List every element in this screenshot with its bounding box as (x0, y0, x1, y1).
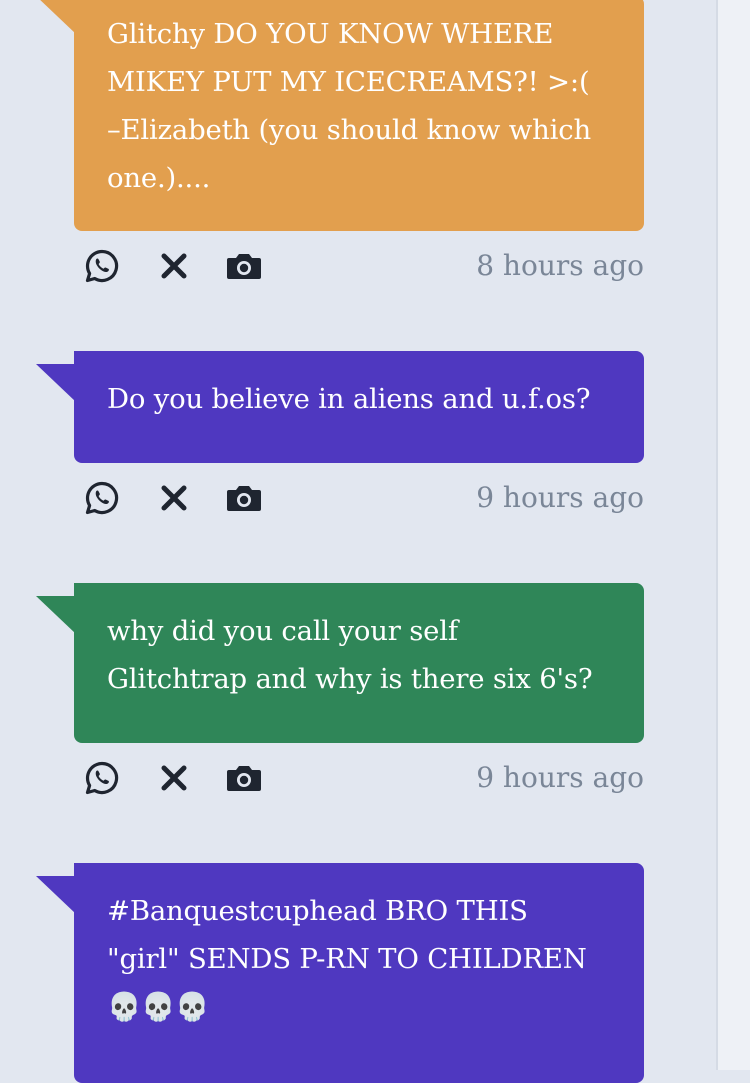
whatsapp-icon (85, 249, 119, 283)
message-line: #Banquestcuphead BRO THIS (107, 895, 528, 927)
bubble-tail (40, 0, 76, 34)
whatsapp-icon (85, 481, 119, 515)
camera-icon (227, 486, 261, 511)
x-icon (161, 253, 187, 279)
message-card: Do you believe in aliens and u.f.os? 9 h… (0, 351, 716, 531)
message-timestamp: 9 hours ago (476, 481, 644, 514)
message-actions: 9 hours ago (82, 758, 644, 798)
bubble-tail (36, 876, 76, 914)
message-feed: Glitchy DO YOU KNOW WHERE MIKEY PUT MY I… (0, 0, 716, 1083)
camera-icon (227, 766, 261, 791)
message-card: #Banquestcuphead BRO THIS "girl" SENDS P… (0, 863, 716, 1083)
message-card: why did you call your self Glitchtrap an… (0, 583, 716, 813)
message-line: Do you believe in aliens and u.f.os? (107, 383, 591, 415)
bubble-tail (36, 364, 76, 402)
message-line: one.).... (107, 162, 211, 194)
whatsapp-share-button[interactable] (82, 478, 122, 518)
x-share-button[interactable] (154, 758, 194, 798)
message-actions: 9 hours ago (82, 478, 644, 518)
camera-icon (227, 254, 261, 279)
message-bubble: why did you call your self Glitchtrap an… (74, 583, 644, 743)
scrollbar-track[interactable] (716, 0, 750, 1070)
message-timestamp: 8 hours ago (476, 249, 644, 282)
x-share-button[interactable] (154, 246, 194, 286)
screenshot-button[interactable] (224, 478, 264, 518)
message-line: Glitchtrap and why is there six 6's? (107, 663, 593, 695)
message-line: Glitchy DO YOU KNOW WHERE (107, 18, 554, 50)
message-bubble: Glitchy DO YOU KNOW WHERE MIKEY PUT MY I… (74, 0, 644, 231)
x-icon (161, 485, 187, 511)
screenshot-button[interactable] (224, 246, 264, 286)
bubble-tail (36, 596, 76, 634)
message-line: "girl" SENDS P-RN TO CHILDREN (107, 943, 587, 975)
message-actions: 8 hours ago (82, 246, 644, 286)
message-bubble: #Banquestcuphead BRO THIS "girl" SENDS P… (74, 863, 644, 1083)
message-line: MIKEY PUT MY ICECREAMS?! >:( (107, 66, 590, 98)
message-timestamp: 9 hours ago (476, 761, 644, 794)
whatsapp-icon (85, 761, 119, 795)
message-bubble: Do you believe in aliens and u.f.os? (74, 351, 644, 463)
message-card: Glitchy DO YOU KNOW WHERE MIKEY PUT MY I… (0, 0, 716, 300)
whatsapp-share-button[interactable] (82, 758, 122, 798)
message-line: –Elizabeth (you should know which (107, 114, 591, 146)
x-share-button[interactable] (154, 478, 194, 518)
message-line: why did you call your self (107, 615, 458, 647)
screenshot-button[interactable] (224, 758, 264, 798)
x-icon (161, 765, 187, 791)
message-line: 💀💀💀 (107, 991, 210, 1023)
whatsapp-share-button[interactable] (82, 246, 122, 286)
